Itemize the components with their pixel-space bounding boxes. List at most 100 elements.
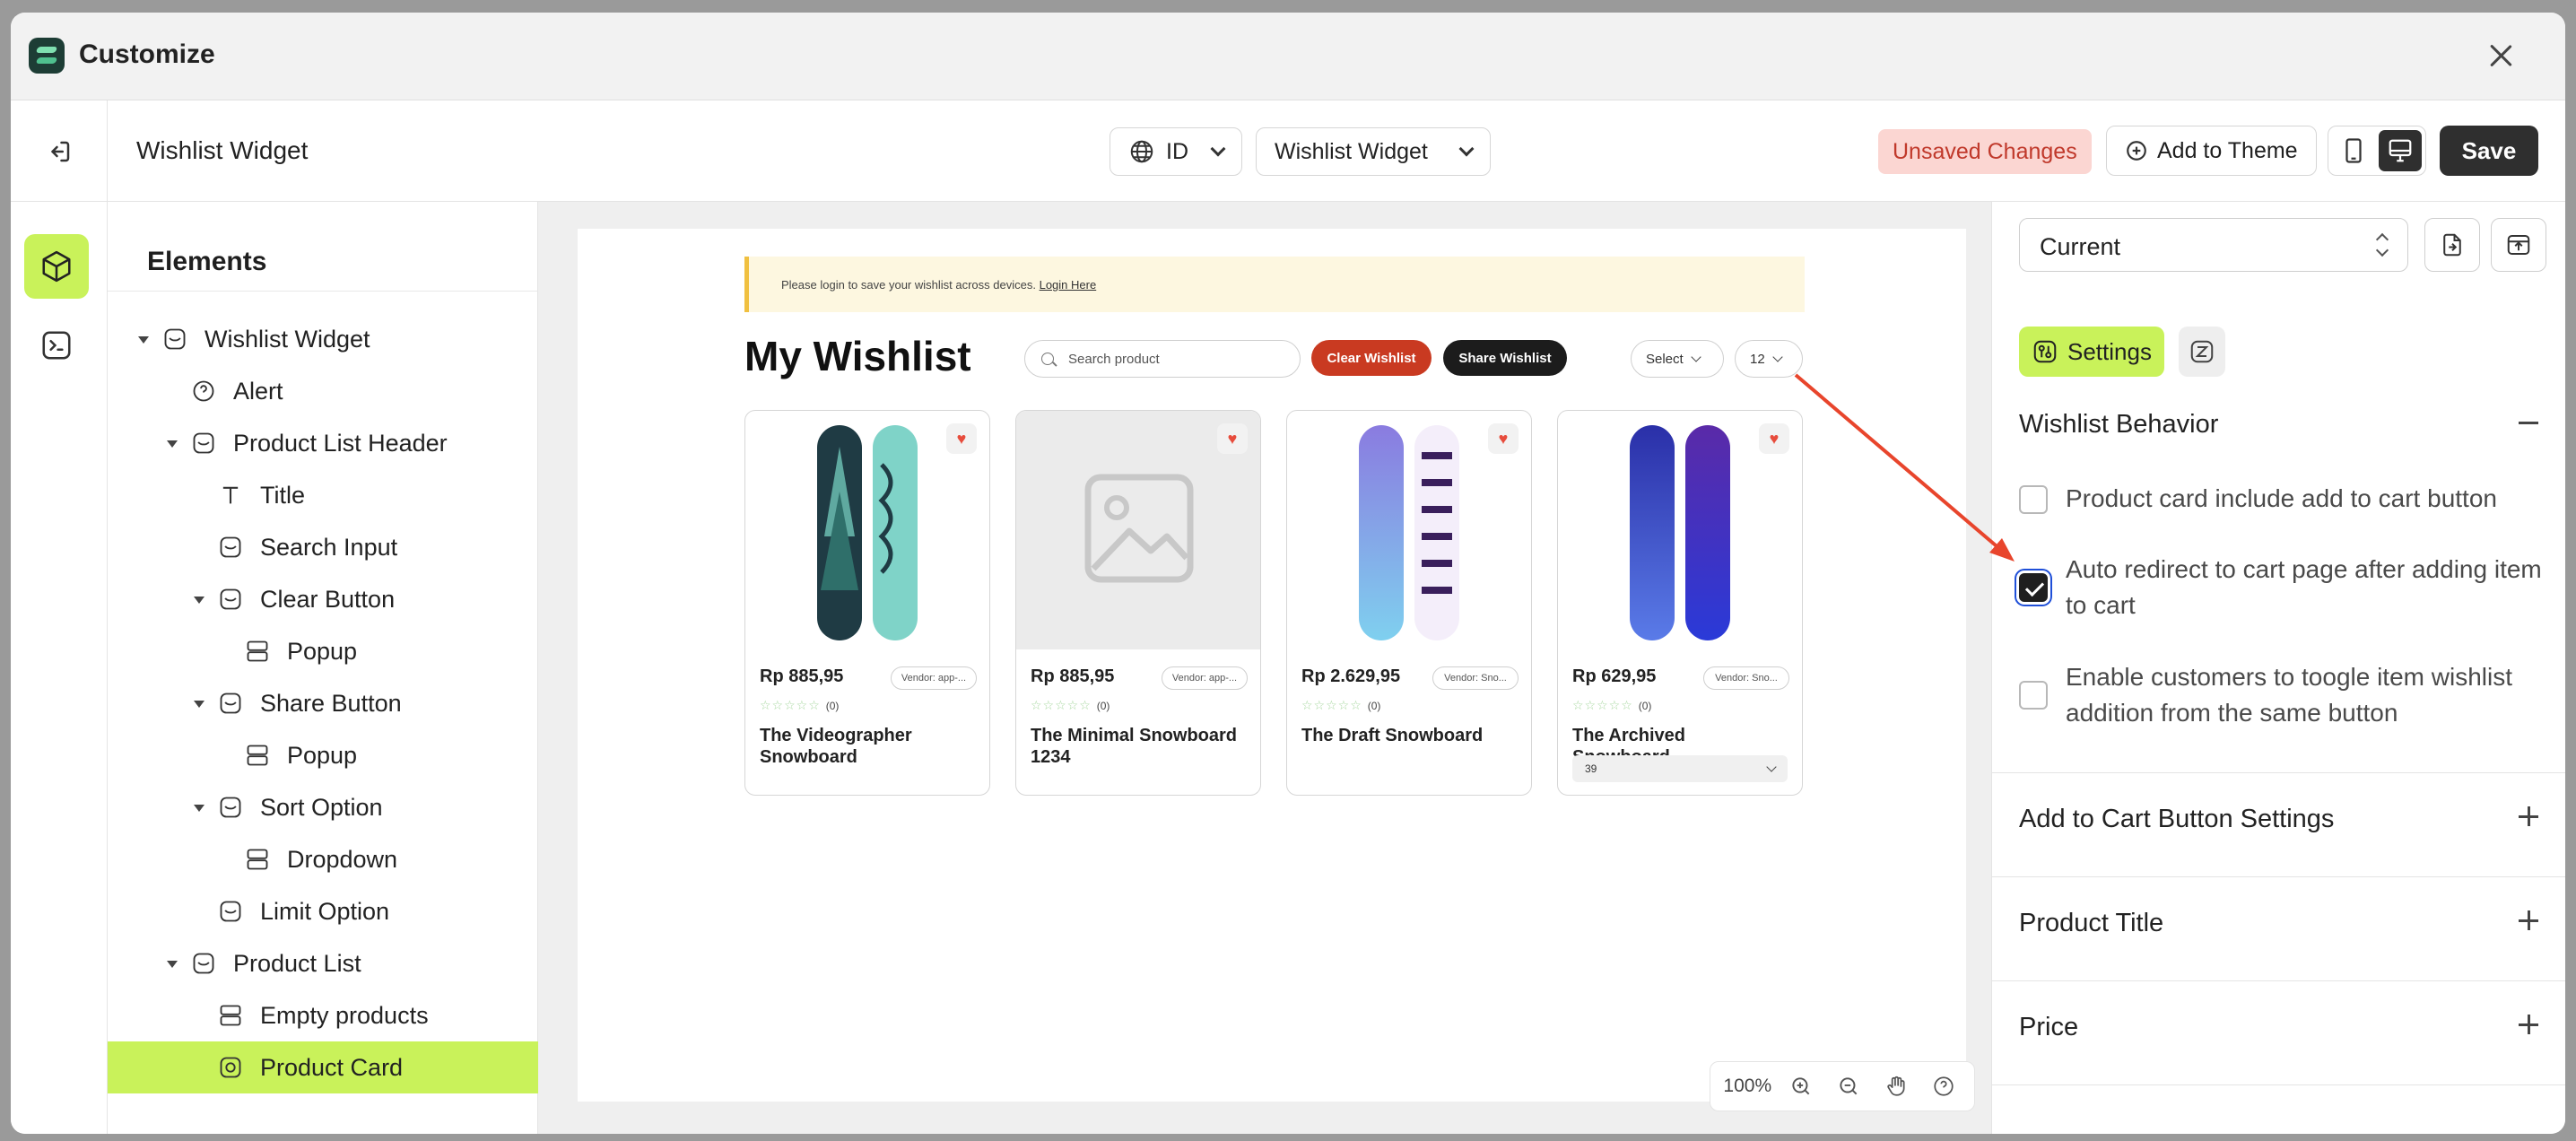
tab-settings[interactable]: Settings [2019,327,2164,377]
section-price[interactable]: Price [2019,1013,2078,1042]
tree-item-product-card[interactable]: Product Card [108,1041,538,1093]
rating-stars: ☆☆☆☆☆ (0) [1572,698,1651,713]
share-wishlist-button[interactable]: Share Wishlist [1443,340,1567,376]
expand-plus-icon[interactable] [2519,806,2538,826]
caret-down-icon[interactable] [138,336,149,344]
heart-icon[interactable]: ♥ [1759,423,1789,454]
option-auto-redirect[interactable]: Auto redirect to cart page after adding … [2019,552,2548,627]
sort-select-value: Select [1646,351,1684,367]
upload-box-icon [2507,235,2530,255]
tree-item-limit-option[interactable]: Limit Option [108,885,538,937]
preset-select[interactable]: Current [2019,218,2408,272]
preview-canvas: Please login to save your wishlist acros… [578,229,1975,1111]
clear-wishlist-button[interactable]: Clear Wishlist [1311,340,1432,376]
product-name: The Draft Snowboard [1301,726,1484,745]
widget-icon [190,950,217,977]
import-button[interactable] [2424,218,2480,272]
login-alert: Please login to save your wishlist acros… [744,257,1805,312]
variant-value: 39 [1585,762,1597,775]
limit-select[interactable]: 12 [1735,340,1803,378]
tree-item-title[interactable]: Title [108,469,538,521]
device-toggle [2328,126,2426,176]
zoom-in-icon[interactable] [1780,1068,1823,1104]
product-price: Rp 2.629,95 [1301,666,1401,686]
caret-down-icon[interactable] [167,440,178,448]
divider [1992,772,2565,773]
tree-item-alert[interactable]: Alert [108,365,538,417]
caret-down-icon[interactable] [194,701,205,708]
expand-plus-icon[interactable] [2519,910,2538,930]
checkbox-unchecked[interactable] [2019,485,2048,514]
search-input[interactable]: Search product [1024,340,1301,378]
tree-item-label: Clear Button [260,585,396,613]
tree-item-sort-option[interactable]: Sort Option [108,781,538,833]
tree-item-label: Dropdown [287,845,398,873]
tree-item-empty-products[interactable]: Empty products [108,989,538,1041]
add-to-theme-button[interactable]: Add to Theme [2106,126,2317,176]
tree-item-wishlist-widget[interactable]: Wishlist Widget [108,313,538,365]
heart-icon[interactable]: ♥ [946,423,977,454]
tree-item-dropdown[interactable]: Dropdown [108,833,538,885]
settings-icon [2033,340,2057,363]
hand-pan-icon[interactable] [1874,1068,1918,1104]
limit-select-value: 12 [1750,351,1765,367]
product-card[interactable]: ♥ Rp 2.629,95 Vendor: Sno... ☆☆☆☆☆ (0) Th… [1286,410,1532,796]
option-toggle-wishlist[interactable]: Enable customers to toogle item wishlist… [2019,659,2548,735]
heart-icon[interactable]: ♥ [1488,423,1519,454]
divider [1992,1084,2565,1085]
code-tab-button[interactable] [24,313,89,378]
expand-plus-icon[interactable] [2519,1015,2538,1034]
tree-item-product-list[interactable]: Product List [108,937,538,989]
cube-icon [42,250,71,283]
collapse-minus-icon[interactable] [2519,422,2538,424]
option-add-to-cart[interactable]: Product card include add to cart button [2019,481,2548,520]
tree-item-popup[interactable]: Popup [108,625,538,677]
product-card[interactable]: ♥ Rp 885,95 Vendor: app-... ☆☆☆☆☆ (0) The… [744,410,990,796]
checkbox-checked[interactable] [2019,573,2048,602]
product-name: The Minimal Snowboard 1234 [1031,726,1238,768]
export-button[interactable] [2491,218,2546,272]
left-rail [11,202,108,1134]
divider [1992,980,2565,981]
save-button[interactable]: Save [2440,126,2538,176]
mobile-view-button[interactable] [2332,130,2375,171]
sort-select[interactable]: Select [1631,340,1724,378]
product-card[interactable]: ♥ Rp 629,95 Vendor: Sno... ☆☆☆☆☆ (0) The … [1557,410,1803,796]
exit-button[interactable] [11,100,108,202]
section-title-wishlist-behavior[interactable]: Wishlist Behavior [2019,410,2218,440]
desktop-view-button[interactable] [2379,130,2422,171]
app-logo-icon [29,38,65,74]
exit-icon [50,141,69,161]
tree-item-label: Sort Option [260,793,383,821]
help-icon[interactable] [1921,1068,1965,1104]
text-icon [217,482,244,509]
language-select[interactable]: ID [1110,127,1242,176]
caret-down-icon[interactable] [194,805,205,812]
login-link[interactable]: Login Here [1040,278,1097,292]
tab-style[interactable] [2179,327,2225,377]
zoom-out-icon[interactable] [1826,1068,1870,1104]
tree-item-share-button[interactable]: Share Button [108,677,538,729]
caret-down-icon[interactable] [194,597,205,604]
caret-down-icon[interactable] [167,961,178,968]
tree-item-label: Empty products [260,1001,429,1029]
add-to-theme-label: Add to Theme [2157,137,2298,163]
tree-item-product-list-header[interactable]: Product List Header [108,417,538,469]
variant-select[interactable]: 39 [1572,755,1788,782]
tree-item-search-input[interactable]: Search Input [108,521,538,573]
checkbox-unchecked[interactable] [2019,681,2048,710]
section-add-to-cart-settings[interactable]: Add to Cart Button Settings [2019,805,2334,834]
tree-item-clear-button[interactable]: Clear Button [108,573,538,625]
tree-item-label: Share Button [260,689,402,717]
product-card[interactable]: ♥ Rp 885,95 Vendor: app-... ☆☆☆☆☆ (0) The… [1015,410,1261,796]
close-icon[interactable] [2485,39,2517,72]
widget-select[interactable]: Wishlist Widget [1256,127,1491,176]
tree-item-popup[interactable]: Popup [108,729,538,781]
button-icon [217,794,244,821]
heart-icon[interactable]: ♥ [1217,423,1248,454]
divider [1992,876,2565,877]
elements-tab-button[interactable] [24,234,89,299]
section-product-title[interactable]: Product Title [2019,909,2163,938]
wishlist-title: My Wishlist [744,333,971,379]
button-icon [217,690,244,717]
